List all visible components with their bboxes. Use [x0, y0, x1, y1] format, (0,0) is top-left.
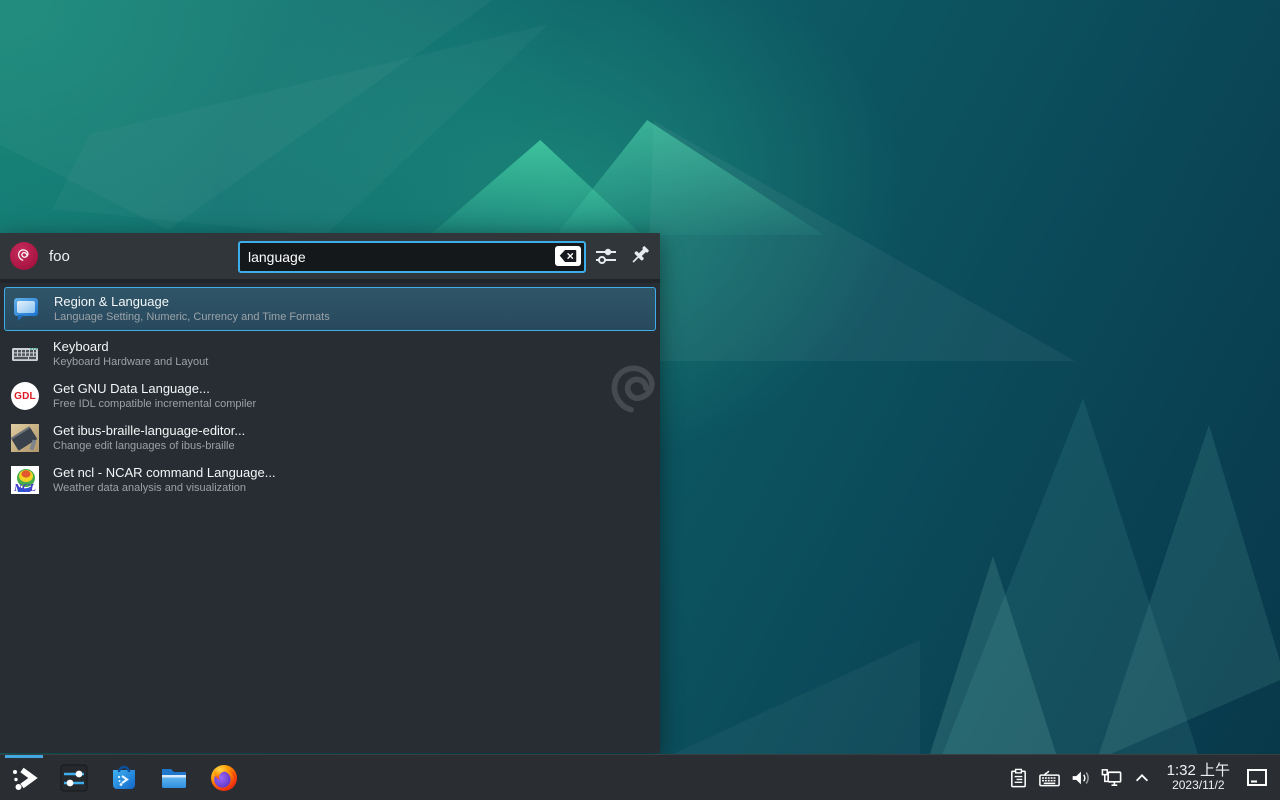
- krunner-launcher-icon: [8, 762, 40, 794]
- display-connect-icon: [1100, 767, 1123, 789]
- result-ncl[interactable]: NCL Get ncl - NCAR command Language... W…: [0, 459, 660, 501]
- ncl-badge: NCL: [13, 482, 36, 494]
- tray-input-method[interactable]: [1035, 761, 1064, 795]
- taskbar-discover[interactable]: [102, 755, 146, 800]
- result-text: Keyboard Keyboard Hardware and Layout: [53, 339, 208, 370]
- gdl-icon: GDL: [10, 381, 40, 411]
- debian-watermark-icon: [596, 353, 660, 433]
- sliders-filter-icon: [594, 244, 618, 268]
- wallpaper-facet: [660, 640, 920, 760]
- clear-search-button[interactable]: [555, 246, 581, 266]
- clock-time: 1:32 上午: [1167, 763, 1230, 780]
- backspace-icon: [559, 249, 577, 263]
- debian-logo-icon: [10, 242, 38, 270]
- result-text: Get GNU Data Language... Free IDL compat…: [53, 381, 256, 412]
- desktop: foo: [0, 0, 1280, 800]
- result-title: Get ibus-braille-language-editor...: [53, 423, 245, 440]
- krunner-panel: foo: [0, 233, 660, 753]
- result-subtitle: Free IDL compatible incremental compiler: [53, 398, 256, 412]
- ibus-braille-icon: [10, 423, 40, 453]
- clipboard-icon: [1008, 767, 1029, 789]
- tray-expand-arrow[interactable]: [1128, 761, 1157, 795]
- result-subtitle: Change edit languages of ibus-braille: [53, 440, 245, 454]
- taskbar: 1:32 上午 2023/11/2: [0, 754, 1280, 800]
- tray-display-connect[interactable]: [1097, 761, 1126, 795]
- system-tray: 1:32 上午 2023/11/2: [1004, 755, 1280, 800]
- keyboard-icon: [10, 339, 40, 369]
- result-text: Get ncl - NCAR command Language... Weath…: [53, 465, 276, 496]
- krunner-app-label: foo: [49, 248, 70, 265]
- digital-clock[interactable]: 1:32 上午 2023/11/2: [1167, 763, 1230, 793]
- result-gnu-data-language[interactable]: GDL Get GNU Data Language... Free IDL co…: [0, 375, 660, 417]
- folder-icon: [159, 763, 189, 793]
- result-title: Get ncl - NCAR command Language...: [53, 465, 276, 482]
- result-region-language[interactable]: Region & Language Language Setting, Nume…: [4, 287, 656, 331]
- system-settings-icon: [59, 763, 89, 793]
- debian-swirl-icon: [14, 246, 34, 266]
- result-keyboard[interactable]: Keyboard Keyboard Hardware and Layout: [0, 333, 660, 375]
- ncl-icon: NCL: [10, 465, 40, 495]
- pin-button[interactable]: [626, 244, 654, 272]
- clock-date: 2023/11/2: [1167, 779, 1230, 792]
- result-subtitle: Language Setting, Numeric, Currency and …: [54, 311, 330, 325]
- taskbar-krunner-task[interactable]: [2, 755, 46, 800]
- firefox-icon: [209, 763, 239, 793]
- result-subtitle: Weather data analysis and visualization: [53, 482, 276, 496]
- show-desktop-icon: [1246, 768, 1268, 788]
- tray-clipboard[interactable]: [1004, 761, 1033, 795]
- result-subtitle: Keyboard Hardware and Layout: [53, 356, 208, 370]
- show-desktop-button[interactable]: [1242, 761, 1272, 795]
- taskbar-launchers: [0, 755, 246, 800]
- filter-options-button[interactable]: [592, 244, 620, 272]
- tray-volume[interactable]: [1066, 761, 1095, 795]
- result-ibus-braille[interactable]: Get ibus-braille-language-editor... Chan…: [0, 417, 660, 459]
- speaker-icon: [1069, 767, 1091, 789]
- keyboard-tray-icon: [1038, 767, 1061, 789]
- result-title: Keyboard: [53, 339, 208, 356]
- taskbar-firefox[interactable]: [202, 755, 246, 800]
- wallpaper-facet: [645, 121, 1075, 361]
- taskbar-file-manager[interactable]: [152, 755, 196, 800]
- discover-icon: [109, 763, 139, 793]
- chevron-up-icon: [1133, 769, 1151, 787]
- pin-icon: [628, 244, 652, 268]
- result-title: Get GNU Data Language...: [53, 381, 256, 398]
- krunner-header: foo: [0, 233, 660, 283]
- result-text: Region & Language Language Setting, Nume…: [54, 294, 330, 325]
- search-results-list: Region & Language Language Setting, Nume…: [0, 283, 660, 501]
- taskbar-system-settings[interactable]: [52, 755, 96, 800]
- search-input[interactable]: [238, 241, 586, 273]
- gdl-badge: GDL: [14, 391, 36, 402]
- result-text: Get ibus-braille-language-editor... Chan…: [53, 423, 245, 454]
- result-title: Region & Language: [54, 294, 330, 311]
- search-field-wrap: [238, 241, 586, 273]
- region-language-icon: [11, 294, 41, 324]
